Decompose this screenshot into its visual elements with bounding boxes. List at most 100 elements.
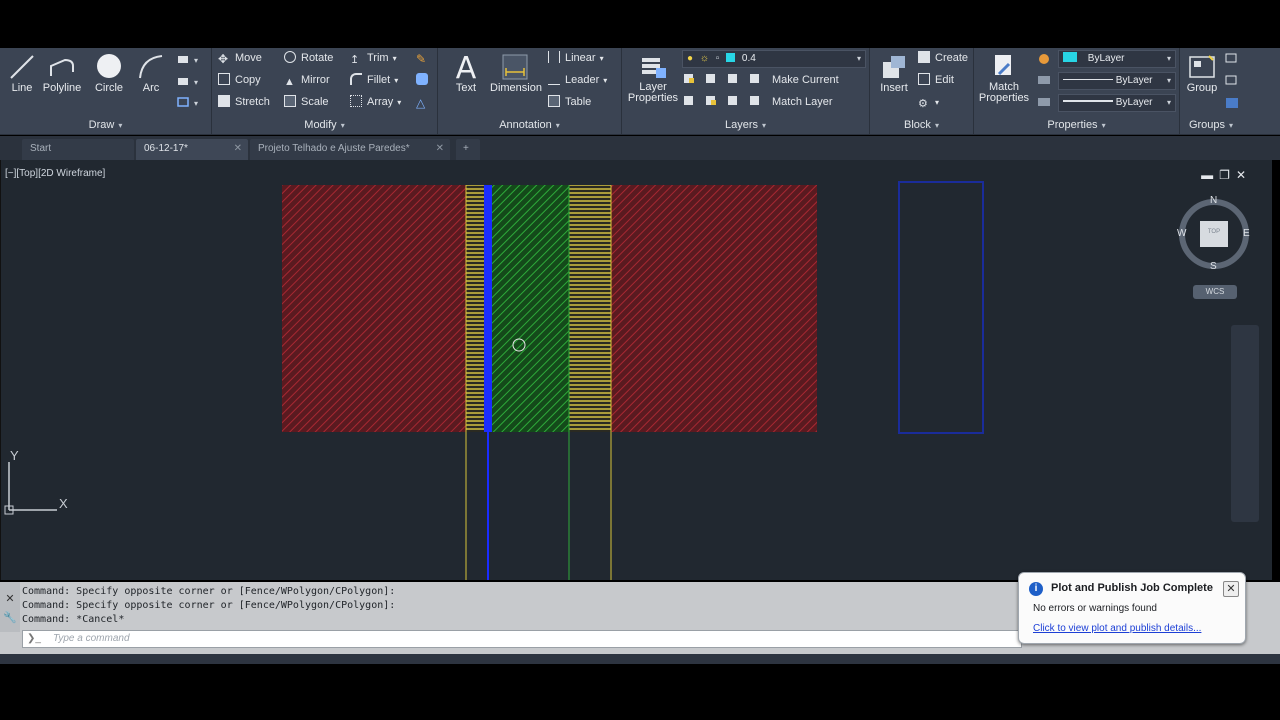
ucs-y-label: Y: [10, 448, 19, 463]
draw-panel-title[interactable]: Draw ▾: [0, 118, 211, 133]
annotation-panel: A Text Dimension Linear ▾ Leader ▾ Table A…: [438, 48, 622, 135]
properties-panel: Match Properties ByLayer ▾ ByLayer ▾ ByL…: [974, 48, 1180, 135]
color-dropdown[interactable]: ByLayer ▾: [1058, 50, 1176, 68]
mirror-button[interactable]: ▲ Mirror: [284, 71, 330, 89]
polyline-button[interactable]: Polyline: [40, 50, 84, 106]
tab-projeto-telhado[interactable]: Projeto Telhado e Ajuste Paredes* ✕: [250, 139, 450, 160]
groups-side-icons[interactable]: [1224, 52, 1240, 110]
pencil-tool-button[interactable]: ✎: [416, 49, 433, 67]
compass-north[interactable]: N: [1210, 195, 1217, 206]
layer-properties-icon: [642, 58, 666, 78]
stretch-icon: [218, 95, 230, 107]
line-icon: [10, 55, 34, 79]
linear-button[interactable]: Linear ▾: [548, 49, 604, 67]
table-button[interactable]: Table: [548, 93, 591, 111]
block-panel-title[interactable]: Block ▾: [870, 118, 973, 133]
compass-west[interactable]: W: [1177, 228, 1186, 239]
insert-label: Insert: [880, 82, 908, 94]
wcs-menu[interactable]: WCS: [1193, 285, 1237, 299]
move-icon: ✥: [218, 52, 229, 66]
blue-strip[interactable]: [484, 185, 492, 432]
erase-button[interactable]: △: [416, 93, 433, 111]
layer-tool-icons[interactable]: [684, 72, 768, 112]
annotation-panel-title[interactable]: Annotation ▾: [438, 118, 621, 133]
draw-extra-icons[interactable]: ▾ ▾ ▾: [176, 52, 206, 110]
lineweight-value: ByLayer: [1115, 97, 1153, 108]
match-properties-icon: [995, 55, 1011, 76]
compass-east[interactable]: E: [1243, 228, 1250, 239]
svg-text:A: A: [456, 52, 477, 82]
close-notification-button[interactable]: ✕: [1223, 581, 1239, 597]
new-tab-button[interactable]: +: [456, 139, 480, 160]
yellow-hatch-strip-left[interactable]: [466, 185, 484, 432]
command-placeholder: Type a command: [53, 633, 130, 644]
command-line: Command: Specify opposite corner or [Fen…: [22, 600, 396, 611]
viewcube-face-top[interactable]: TOP: [1200, 229, 1228, 235]
rotate-button[interactable]: Rotate: [284, 49, 333, 67]
trim-icon: ↥: [350, 54, 360, 66]
trim-label: Trim: [367, 52, 389, 64]
linetype-dropdown[interactable]: ByLayer ▾: [1058, 72, 1176, 90]
command-window-handle[interactable]: ✕ 🔧: [0, 582, 20, 632]
wall-hatch-left[interactable]: [282, 185, 466, 432]
status-bar[interactable]: [0, 654, 1280, 664]
copy-button[interactable]: Copy: [218, 71, 261, 89]
info-icon: i: [1029, 582, 1043, 596]
close-command-icon[interactable]: ✕: [0, 592, 20, 605]
trim-button[interactable]: ↥ Trim ▾: [350, 49, 397, 67]
drawing-viewport[interactable]: [−][Top][2D Wireframe] ▬❐✕ Y X N S E W T…: [0, 160, 1272, 580]
lineweight-dropdown[interactable]: ByLayer ▾: [1058, 94, 1176, 112]
match-layer-label: Match Layer: [772, 96, 833, 108]
blue-rectangle[interactable]: [898, 181, 984, 434]
wrench-icon[interactable]: 🔧: [0, 611, 20, 624]
command-input[interactable]: ❯_ Type a command: [22, 630, 1022, 648]
tab-start[interactable]: Start: [22, 139, 134, 160]
array-button[interactable]: Array ▾: [350, 93, 401, 111]
layer-dropdown[interactable]: ● ☼ ▫ 0.4 ▾: [682, 50, 866, 68]
svg-text:▾: ▾: [194, 78, 198, 87]
line-label: Line: [11, 82, 33, 94]
erase-icon: △: [416, 96, 426, 110]
arc-button[interactable]: Arc: [129, 50, 173, 106]
navigation-bar[interactable]: [1231, 325, 1259, 522]
drawing-canvas[interactable]: [1, 160, 1272, 580]
create-block-button[interactable]: Create: [918, 49, 968, 67]
scale-button[interactable]: Scale: [284, 93, 329, 111]
groups-panel-title[interactable]: Groups ▾: [1180, 118, 1242, 133]
block-attributes-button[interactable]: ⚙ ▾: [918, 93, 939, 111]
circle-button[interactable]: Circle: [87, 50, 131, 106]
match-properties-button[interactable]: Match Properties: [976, 50, 1032, 106]
dimension-button[interactable]: Dimension: [490, 50, 542, 106]
command-prompt-icon[interactable]: ❯_: [27, 631, 41, 647]
move-button[interactable]: ✥ Move: [218, 49, 262, 67]
close-tab-icon[interactable]: ✕: [234, 139, 242, 159]
modify-panel-title[interactable]: Modify ▾: [212, 118, 437, 133]
svg-text:▾: ▾: [194, 56, 198, 65]
bylayer-color-swatch: [1063, 52, 1077, 62]
copy-icon: [218, 73, 230, 85]
plot-publish-notification: i Plot and Publish Job Complete ✕ No err…: [1018, 572, 1246, 644]
leader-button[interactable]: Leader ▾: [548, 71, 607, 89]
stretch-button[interactable]: Stretch: [218, 93, 270, 111]
group-label: Group: [1186, 82, 1218, 94]
close-tab-icon[interactable]: ✕: [436, 139, 444, 159]
line-button[interactable]: Line: [0, 50, 44, 106]
view-details-link[interactable]: Click to view plot and publish details..…: [1033, 623, 1201, 634]
yellow-hatch-strip-right[interactable]: [569, 185, 611, 432]
fillet-button[interactable]: Fillet ▾: [350, 71, 398, 89]
edit-block-button[interactable]: Edit: [918, 71, 954, 89]
group-button[interactable]: Group: [1180, 50, 1224, 106]
wall-hatch-right[interactable]: [611, 185, 817, 432]
layers-panel-title[interactable]: Layers ▾: [622, 118, 869, 133]
compass-south[interactable]: S: [1210, 261, 1217, 272]
properties-panel-title[interactable]: Properties ▾: [974, 118, 1179, 133]
explode-button[interactable]: [416, 71, 433, 89]
dimension-label: Dimension: [490, 82, 542, 94]
green-hatch-area[interactable]: [492, 185, 569, 432]
insert-button[interactable]: Insert: [872, 50, 916, 106]
tab-06-12-17[interactable]: 06-12-17* ✕: [136, 139, 248, 160]
make-current-button[interactable]: Make Current: [772, 71, 839, 89]
layer-properties-button[interactable]: Layer Properties: [626, 50, 680, 106]
text-button[interactable]: A Text: [444, 50, 488, 106]
match-layer-button[interactable]: Match Layer: [772, 93, 833, 111]
